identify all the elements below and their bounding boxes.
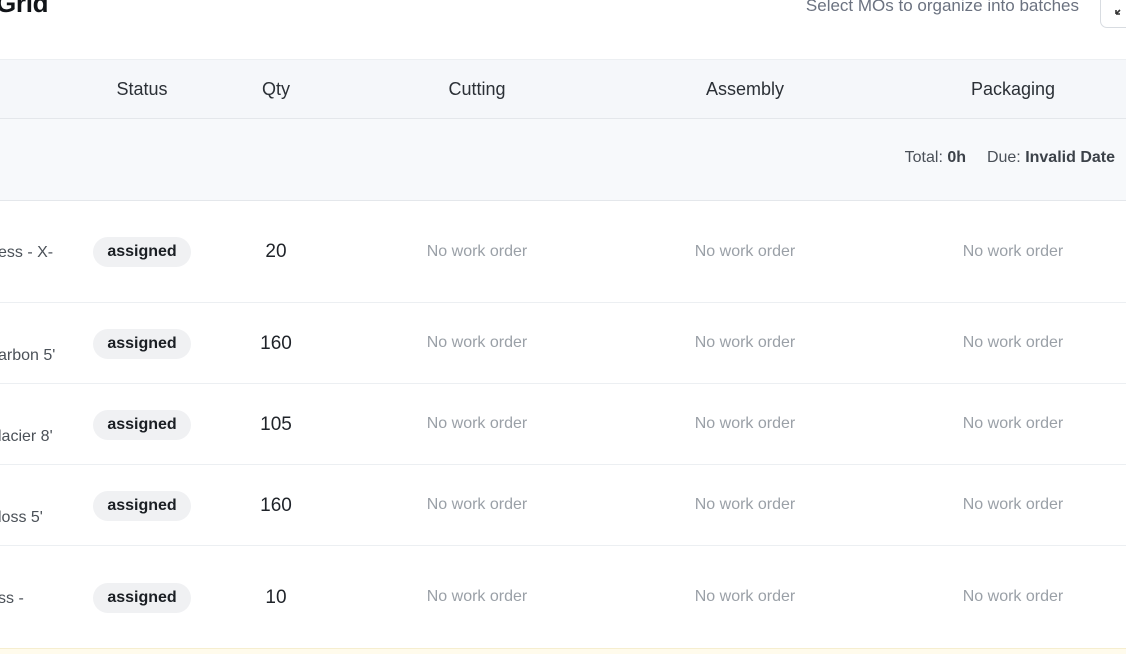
- assembly-cell[interactable]: No work order: [645, 588, 845, 606]
- mo-name: loss 5': [0, 509, 43, 526]
- assembly-cell[interactable]: No work order: [645, 415, 845, 433]
- due-value: Invalid Date: [1025, 149, 1115, 166]
- packaging-cell[interactable]: No work order: [913, 588, 1113, 606]
- cutting-cell[interactable]: No work order: [377, 334, 577, 352]
- column-header-qty[interactable]: Qty: [236, 60, 316, 120]
- page-subtitle: Select MOs to organize into batches: [805, 0, 1079, 15]
- assembly-cell[interactable]: No work order: [645, 334, 845, 352]
- status-badge: assigned: [93, 329, 191, 359]
- table-row[interactable]: ss - assigned 10 No work order No work o…: [0, 546, 1126, 648]
- qty-value: 105: [260, 414, 292, 435]
- batch-summary: Total: 0h Due: Invalid Date: [905, 149, 1115, 167]
- qty-value: 160: [260, 495, 292, 516]
- status-badge: assigned: [93, 491, 191, 521]
- page-title: Grid: [0, 0, 49, 18]
- status-badge: assigned: [93, 583, 191, 613]
- status-badge: assigned: [93, 410, 191, 440]
- total-label: Total:: [904, 149, 943, 166]
- packaging-cell[interactable]: No work order: [913, 243, 1113, 261]
- packaging-cell[interactable]: No work order: [913, 334, 1113, 352]
- expand-icon: [1115, 9, 1121, 15]
- mo-name: ess - X-: [0, 244, 54, 261]
- cutting-cell[interactable]: No work order: [377, 415, 577, 433]
- table-row[interactable]: ess - X- assigned 20 No work order No wo…: [0, 201, 1126, 303]
- table-header: Status Qty Cutting Assembly Packaging: [0, 59, 1126, 119]
- mo-name: lacier 8': [0, 428, 53, 445]
- qty-value: 10: [265, 587, 287, 608]
- due-label: Due:: [986, 149, 1021, 166]
- status-badge: assigned: [93, 237, 191, 267]
- column-header-cutting[interactable]: Cutting: [377, 60, 577, 120]
- next-batch-strip: [0, 648, 1126, 654]
- cutting-cell[interactable]: No work order: [377, 588, 577, 606]
- mo-grid-table: Status Qty Cutting Assembly Packaging To…: [0, 59, 1126, 648]
- table-row[interactable]: lacier 8' assigned 105 No work order No …: [0, 384, 1126, 465]
- cutting-cell[interactable]: No work order: [377, 496, 577, 514]
- batch-summary-row: Total: 0h Due: Invalid Date: [0, 119, 1126, 201]
- assembly-cell[interactable]: No work order: [645, 243, 845, 261]
- total-value: 0h: [947, 149, 967, 166]
- table-row[interactable]: arbon 5' assigned 160 No work order No w…: [0, 303, 1126, 384]
- assembly-cell[interactable]: No work order: [645, 496, 845, 514]
- mo-name: arbon 5': [0, 347, 56, 364]
- packaging-cell[interactable]: No work order: [913, 415, 1113, 433]
- mo-name: ss -: [0, 590, 24, 607]
- column-header-status[interactable]: Status: [92, 60, 192, 120]
- packaging-cell[interactable]: No work order: [913, 496, 1113, 514]
- column-header-packaging[interactable]: Packaging: [913, 60, 1113, 120]
- qty-value: 160: [260, 333, 292, 354]
- column-header-assembly[interactable]: Assembly: [645, 60, 845, 120]
- cutting-cell[interactable]: No work order: [377, 243, 577, 261]
- qty-value: 20: [265, 241, 287, 262]
- table-row[interactable]: loss 5' assigned 160 No work order No wo…: [0, 465, 1126, 546]
- expand-button[interactable]: [1100, 0, 1126, 28]
